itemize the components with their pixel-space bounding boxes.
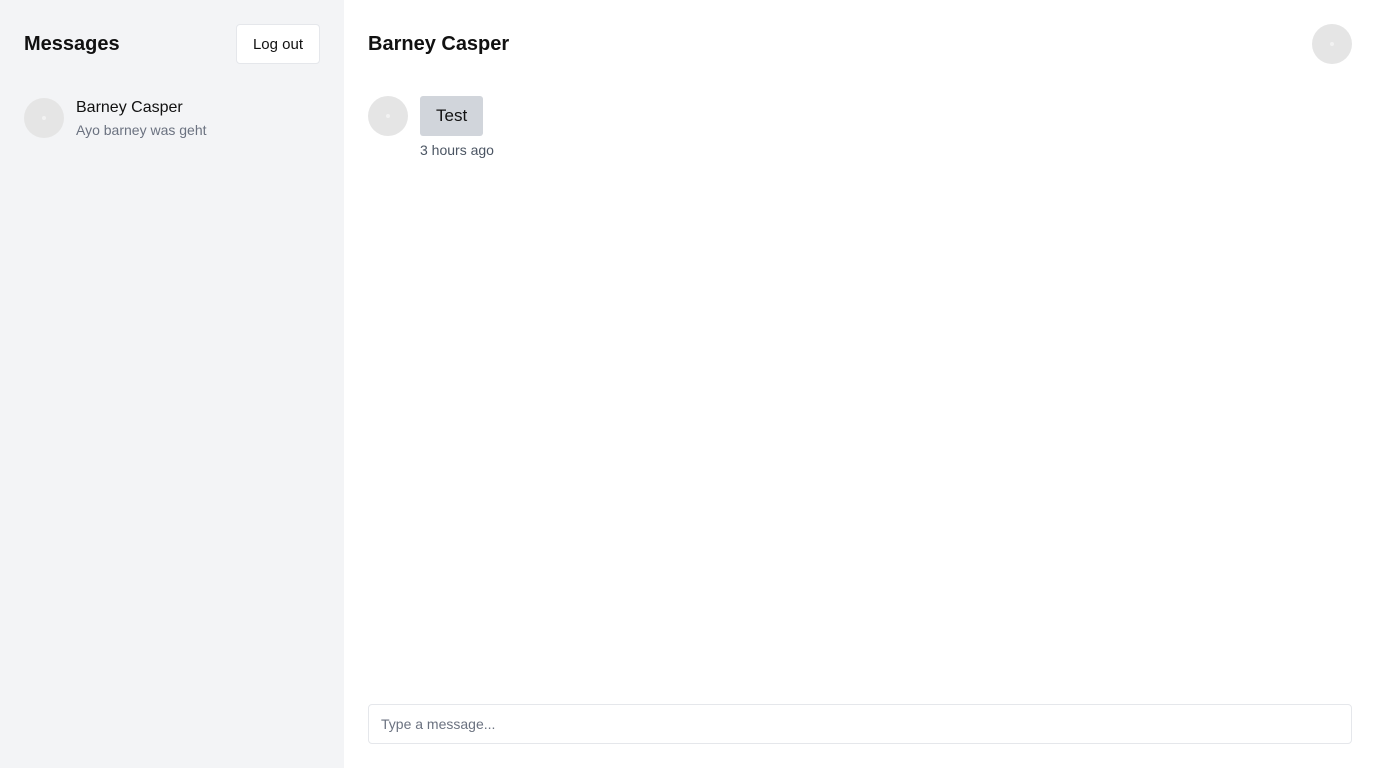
conversation-preview: Ayo barney was geht [76, 122, 207, 138]
chat-header: Barney Casper [368, 24, 1352, 64]
conversation-text: Barney Casper Ayo barney was geht [76, 96, 207, 140]
avatar [24, 98, 64, 138]
message-composer [368, 704, 1352, 744]
header-avatar[interactable] [1312, 24, 1352, 64]
chat-panel: Barney Casper Test 3 hours ago [344, 0, 1376, 768]
logout-button[interactable]: Log out [235, 24, 320, 64]
sidebar: Messages Log out Barney Casper Ayo barne… [0, 0, 344, 768]
message-avatar [368, 96, 408, 136]
conversation-list: Barney Casper Ayo barney was geht [24, 96, 320, 140]
message-row: Test 3 hours ago [368, 96, 1352, 158]
sidebar-header: Messages Log out [24, 24, 320, 64]
message-body: Test 3 hours ago [420, 96, 494, 158]
conversation-name: Barney Casper [76, 99, 183, 116]
app-root: Messages Log out Barney Casper Ayo barne… [0, 0, 1376, 768]
sidebar-title: Messages [24, 32, 120, 55]
message-input[interactable] [368, 704, 1352, 744]
message-bubble: Test [420, 96, 484, 136]
conversation-item[interactable]: Barney Casper Ayo barney was geht [24, 96, 320, 140]
message-list: Test 3 hours ago [368, 96, 1352, 158]
message-timestamp: 3 hours ago [420, 142, 494, 158]
chat-title: Barney Casper [368, 32, 510, 55]
